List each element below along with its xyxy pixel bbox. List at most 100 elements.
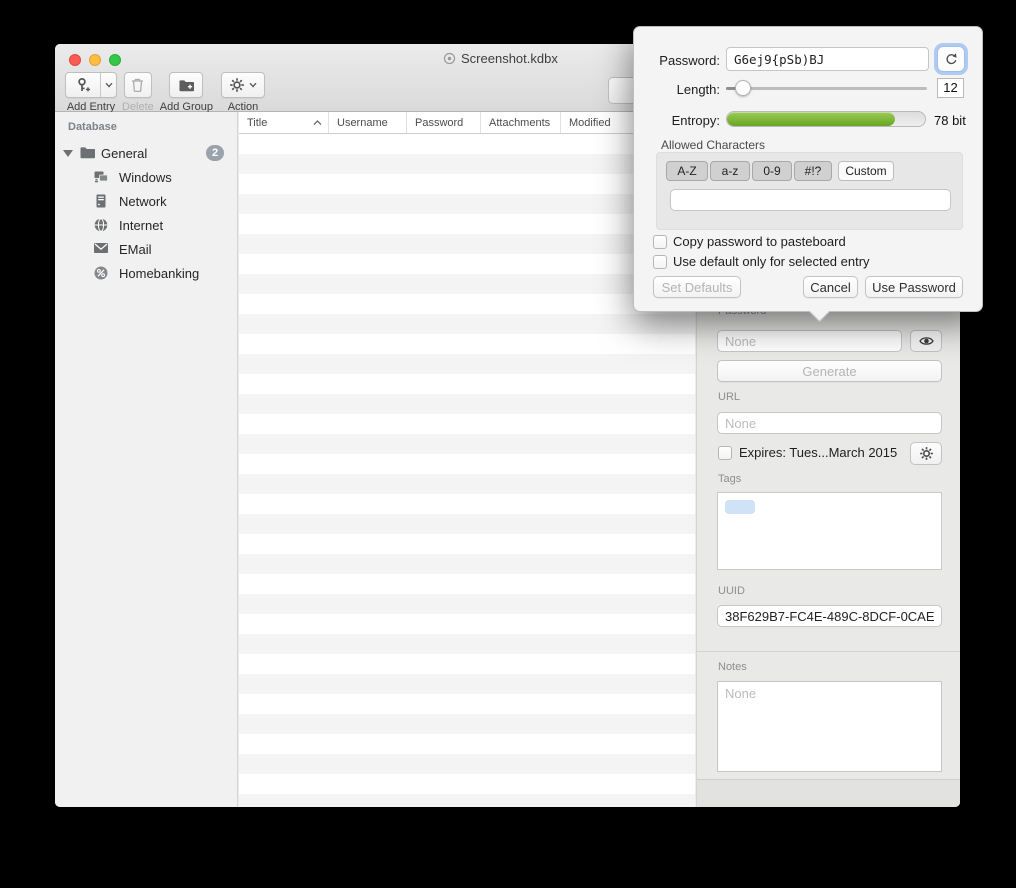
group-list: General 2 Windows bbox=[55, 141, 237, 285]
reveal-password-button[interactable] bbox=[910, 330, 942, 352]
column-header-title[interactable]: Title bbox=[239, 112, 329, 133]
slider-track[interactable] bbox=[726, 87, 927, 90]
popover-password-label: Password: bbox=[634, 53, 720, 68]
generated-password-input[interactable] bbox=[726, 47, 929, 71]
charset-custom-button[interactable]: Custom bbox=[838, 161, 894, 181]
notes-textarea[interactable] bbox=[717, 681, 942, 772]
sidebar-item-general[interactable]: General 2 bbox=[55, 141, 237, 165]
slider-thumb[interactable] bbox=[735, 80, 751, 96]
refresh-icon bbox=[944, 52, 958, 66]
tag-token[interactable] bbox=[725, 500, 755, 514]
action-button[interactable] bbox=[221, 72, 265, 98]
length-value-field[interactable]: 12 bbox=[937, 78, 964, 98]
zoom-window-button[interactable] bbox=[109, 54, 121, 66]
uuid-input[interactable] bbox=[717, 605, 942, 627]
key-plus-icon bbox=[75, 77, 92, 94]
toolbar-group-add-group: Add Group bbox=[160, 72, 213, 113]
charset-uppercase-button[interactable]: A-Z bbox=[666, 161, 708, 181]
toolbar-group-add-entry: Add Entry bbox=[65, 72, 117, 113]
delete-button[interactable] bbox=[124, 72, 152, 98]
regenerate-password-button[interactable] bbox=[937, 46, 965, 72]
close-window-button[interactable] bbox=[69, 54, 81, 66]
use-password-button[interactable]: Use Password bbox=[865, 276, 963, 298]
sidebar-item-homebanking[interactable]: Homebanking bbox=[55, 261, 237, 285]
inspector-footer bbox=[697, 779, 960, 807]
tags-section-label: Tags bbox=[718, 473, 741, 485]
charset-digits-button[interactable]: 0-9 bbox=[752, 161, 792, 181]
entropy-bar-fill bbox=[727, 112, 895, 126]
copy-to-pasteboard-label: Copy password to pasteboard bbox=[673, 234, 846, 249]
minimize-window-button[interactable] bbox=[89, 54, 101, 66]
password-input[interactable] bbox=[717, 330, 902, 352]
chevron-down-icon bbox=[249, 82, 257, 88]
add-entry-button[interactable] bbox=[65, 72, 117, 98]
sidebar-item-label: Internet bbox=[119, 218, 163, 233]
toolbar-group-delete: Delete bbox=[122, 72, 154, 113]
column-header-attachments[interactable]: Attachments bbox=[481, 112, 561, 133]
use-default-label: Use default only for selected entry bbox=[673, 254, 870, 269]
column-header-label: Password bbox=[415, 117, 463, 129]
toolbar: Add Entry Delete bbox=[65, 72, 265, 113]
copy-to-pasteboard-checkbox[interactable] bbox=[653, 235, 667, 249]
entry-count-badge: 2 bbox=[206, 145, 224, 161]
disclosure-triangle-icon[interactable] bbox=[63, 150, 73, 157]
url-input[interactable] bbox=[717, 412, 942, 434]
sort-ascending-icon bbox=[313, 120, 322, 126]
column-header-password[interactable]: Password bbox=[407, 112, 481, 133]
traffic-lights bbox=[69, 54, 121, 66]
table-body-empty[interactable] bbox=[239, 134, 695, 807]
sidebar-item-label: Homebanking bbox=[119, 266, 199, 281]
gear-icon bbox=[919, 446, 934, 461]
custom-characters-input[interactable] bbox=[670, 189, 951, 211]
trash-icon bbox=[130, 77, 145, 93]
chevron-down-icon bbox=[105, 82, 113, 88]
notes-section-label: Notes bbox=[718, 661, 747, 673]
desktop: Screenshot.kdbx bbox=[0, 0, 1016, 888]
copy-to-pasteboard-row: Copy password to pasteboard bbox=[653, 234, 846, 249]
entropy-bar bbox=[726, 111, 926, 127]
table-header: Title Username Password Attachments bbox=[239, 112, 695, 134]
tags-box[interactable] bbox=[717, 492, 942, 570]
network-icon bbox=[93, 193, 109, 209]
sidebar-item-internet[interactable]: Internet bbox=[55, 213, 237, 237]
percent-circle-icon bbox=[93, 265, 109, 281]
expires-label: Expires: Tues...March 2015 bbox=[739, 445, 897, 460]
sidebar-item-label: Windows bbox=[119, 170, 172, 185]
toolbar-group-action: Action bbox=[221, 72, 265, 113]
cancel-button[interactable]: Cancel bbox=[803, 276, 858, 298]
sidebar-item-network[interactable]: Network bbox=[55, 189, 237, 213]
column-header-label: Modified bbox=[569, 117, 611, 129]
globe-icon bbox=[93, 217, 109, 233]
allowed-characters-group: A-Z a-z 0-9 #!? Custom bbox=[656, 152, 963, 230]
document-proxy-icon bbox=[443, 52, 456, 65]
generate-password-button[interactable]: Generate bbox=[717, 360, 942, 382]
sidebar-item-label: General bbox=[101, 146, 147, 161]
eye-icon bbox=[918, 334, 935, 348]
expires-checkbox[interactable] bbox=[718, 446, 732, 460]
sidebar-item-windows[interactable]: Windows bbox=[55, 165, 237, 189]
sidebar-item-email[interactable]: EMail bbox=[55, 237, 237, 261]
add-entry-dropdown[interactable] bbox=[100, 73, 116, 97]
add-group-button[interactable] bbox=[169, 72, 203, 98]
allowed-characters-label: Allowed Characters bbox=[661, 138, 765, 152]
entropy-value: 78 bit bbox=[934, 113, 966, 128]
column-header-label: Title bbox=[247, 117, 267, 129]
expires-row: Expires: Tues...March 2015 bbox=[718, 445, 897, 460]
column-header-username[interactable]: Username bbox=[329, 112, 407, 133]
sidebar-item-label: EMail bbox=[119, 242, 152, 257]
length-slider[interactable] bbox=[726, 78, 927, 98]
expires-settings-button[interactable] bbox=[910, 442, 942, 465]
column-header-label: Attachments bbox=[489, 117, 550, 129]
charset-symbols-button[interactable]: #!? bbox=[794, 161, 832, 181]
use-default-checkbox[interactable] bbox=[653, 255, 667, 269]
sidebar-section-header: Database bbox=[68, 121, 117, 133]
sidebar: Database General 2 bbox=[55, 112, 238, 807]
use-default-row: Use default only for selected entry bbox=[653, 254, 870, 269]
charset-lowercase-button[interactable]: a-z bbox=[710, 161, 750, 181]
uuid-section-label: UUID bbox=[718, 585, 745, 597]
set-defaults-button[interactable]: Set Defaults bbox=[653, 276, 741, 298]
window-title: Screenshot.kdbx bbox=[443, 51, 558, 66]
gear-icon bbox=[229, 77, 245, 93]
envelope-icon bbox=[93, 241, 109, 255]
section-divider bbox=[697, 651, 960, 652]
